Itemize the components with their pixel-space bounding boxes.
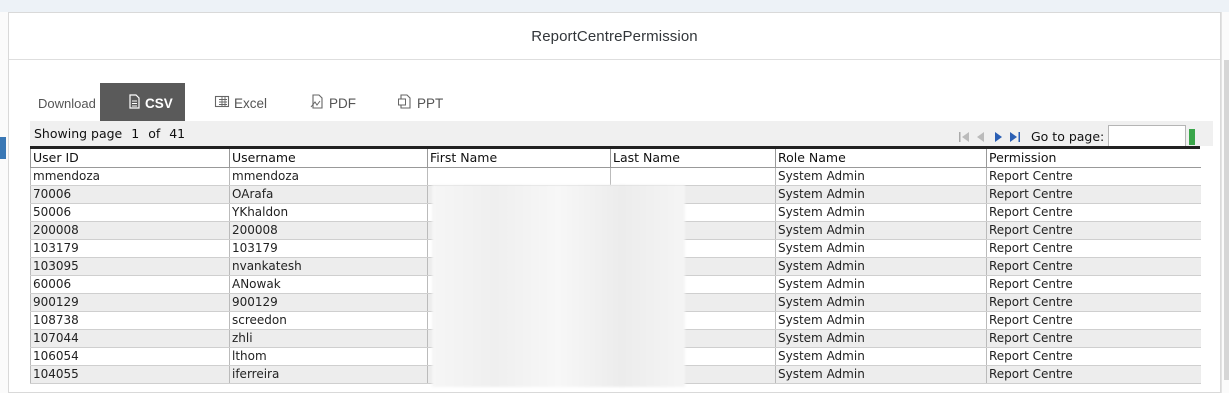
last-page-icon[interactable] bbox=[1008, 129, 1022, 145]
cell-permission: Report Centre bbox=[986, 293, 1201, 312]
column-header-last-name[interactable]: Last Name bbox=[610, 149, 776, 168]
excel-download-button[interactable]: Excel bbox=[214, 83, 267, 123]
scrollbar-thumb[interactable] bbox=[1224, 60, 1229, 380]
pager-controls: Go to page: bbox=[957, 125, 1196, 148]
cell-username: 103179 bbox=[229, 239, 428, 258]
cell-permission: Report Centre bbox=[986, 221, 1201, 240]
background-strip bbox=[0, 0, 1229, 12]
cell-permission: Report Centre bbox=[986, 239, 1201, 258]
background-tab-marker bbox=[0, 137, 6, 159]
cell-user-id: 103179 bbox=[30, 239, 230, 258]
cell-permission: Report Centre bbox=[986, 347, 1201, 366]
cell-role-name: System Admin bbox=[775, 311, 987, 330]
column-header-first-name[interactable]: First Name bbox=[427, 149, 611, 168]
cell-username: mmendoza bbox=[229, 167, 428, 186]
cell-user-id: 107044 bbox=[30, 329, 230, 348]
cell-username: zhli bbox=[229, 329, 428, 348]
dialog-header: ReportCentrePermission bbox=[9, 13, 1220, 60]
cell-role-name: System Admin bbox=[775, 293, 987, 312]
cell-username: lthom bbox=[229, 347, 428, 366]
cell-permission: Report Centre bbox=[986, 185, 1201, 204]
table-header-row: User ID Username First Name Last Name Ro… bbox=[30, 149, 1201, 168]
cell-username: nvankatesh bbox=[229, 257, 428, 276]
cell-username: screedon bbox=[229, 311, 428, 330]
column-header-user-id[interactable]: User ID bbox=[30, 149, 230, 168]
go-button[interactable] bbox=[1189, 128, 1196, 145]
download-toolbar: Download CSV Excel PDF PPT bbox=[9, 83, 1220, 123]
cell-user-id: 70006 bbox=[30, 185, 230, 204]
cell-role-name: System Admin bbox=[775, 185, 987, 204]
ppt-download-button[interactable]: PPT bbox=[397, 83, 443, 123]
cell-user-id: 108738 bbox=[30, 311, 230, 330]
cell-user-id: 50006 bbox=[30, 203, 230, 222]
excel-button-label: Excel bbox=[234, 95, 268, 111]
cell-permission: Report Centre bbox=[986, 203, 1201, 222]
cell-user-id: 200008 bbox=[30, 221, 230, 240]
cell-user-id: 104055 bbox=[30, 365, 230, 384]
cell-role-name: System Admin bbox=[775, 257, 987, 276]
go-to-page-input[interactable] bbox=[1108, 125, 1187, 148]
first-page-icon[interactable] bbox=[957, 129, 971, 145]
cell-username: OArafa bbox=[229, 185, 428, 204]
background-left-edge bbox=[0, 12, 8, 393]
cell-username: iferreira bbox=[229, 365, 428, 384]
cell-username: 200008 bbox=[229, 221, 428, 240]
column-header-username[interactable]: Username bbox=[229, 149, 428, 168]
pdf-download-button[interactable]: PDF bbox=[309, 83, 356, 123]
pdf-button-label: PDF bbox=[329, 95, 356, 111]
total-pages-number: 41 bbox=[169, 126, 186, 141]
cell-user-id: 900129 bbox=[30, 293, 230, 312]
grid-pager-bar: Showing page 1 of 41 Go to page: bbox=[30, 121, 1213, 148]
download-label: Download bbox=[38, 96, 96, 111]
page-info: Showing page 1 of 41 bbox=[34, 126, 190, 141]
next-page-icon[interactable] bbox=[991, 129, 1005, 145]
cell-role-name: System Admin bbox=[775, 221, 987, 240]
cell-role-name: System Admin bbox=[775, 275, 987, 294]
csv-button-label: CSV bbox=[145, 95, 173, 111]
cell-user-id: 103095 bbox=[30, 257, 230, 276]
cell-username: ANowak bbox=[229, 275, 428, 294]
cell-permission: Report Centre bbox=[986, 365, 1201, 384]
csv-download-button[interactable]: CSV bbox=[100, 83, 185, 123]
ppt-button-label: PPT bbox=[417, 95, 444, 111]
table-row[interactable]: mmendoza mmendoza System Admin Report Centr… bbox=[30, 167, 1201, 186]
of-label: of bbox=[148, 126, 161, 141]
cell-role-name: System Admin bbox=[775, 203, 987, 222]
cell-permission: Report Centre bbox=[986, 311, 1201, 330]
cell-role-name: System Admin bbox=[775, 329, 987, 348]
pdf-file-icon bbox=[309, 93, 325, 113]
cell-username: 900129 bbox=[229, 293, 428, 312]
cell-permission: Report Centre bbox=[986, 275, 1201, 294]
cell-permission: Report Centre bbox=[986, 257, 1201, 276]
cell-permission: Report Centre bbox=[986, 329, 1201, 348]
cell-username: YKhaldon bbox=[229, 203, 428, 222]
current-page-number: 1 bbox=[131, 126, 140, 141]
showing-page-label: Showing page bbox=[34, 126, 123, 141]
dialog-title: ReportCentrePermission bbox=[531, 27, 698, 45]
excel-file-icon bbox=[214, 94, 230, 112]
cell-first-name bbox=[427, 167, 611, 186]
go-to-page-label: Go to page: bbox=[1031, 129, 1105, 144]
column-header-role-name[interactable]: Role Name bbox=[775, 149, 987, 168]
column-header-permission[interactable]: Permission bbox=[986, 149, 1201, 168]
cell-user-id: 106054 bbox=[30, 347, 230, 366]
previous-page-icon[interactable] bbox=[974, 129, 988, 145]
cell-role-name: System Admin bbox=[775, 347, 987, 366]
cell-role-name: System Admin bbox=[775, 365, 987, 384]
cell-permission: Report Centre bbox=[986, 167, 1201, 186]
cell-role-name: System Admin bbox=[775, 167, 987, 186]
redacted-name-area bbox=[432, 185, 685, 387]
csv-file-icon bbox=[127, 94, 141, 112]
cell-last-name bbox=[610, 167, 776, 186]
cell-user-id: mmendoza bbox=[30, 167, 230, 186]
ppt-file-icon bbox=[397, 94, 413, 112]
cell-role-name: System Admin bbox=[775, 239, 987, 258]
vertical-scrollbar[interactable] bbox=[1221, 12, 1229, 393]
cell-user-id: 60006 bbox=[30, 275, 230, 294]
